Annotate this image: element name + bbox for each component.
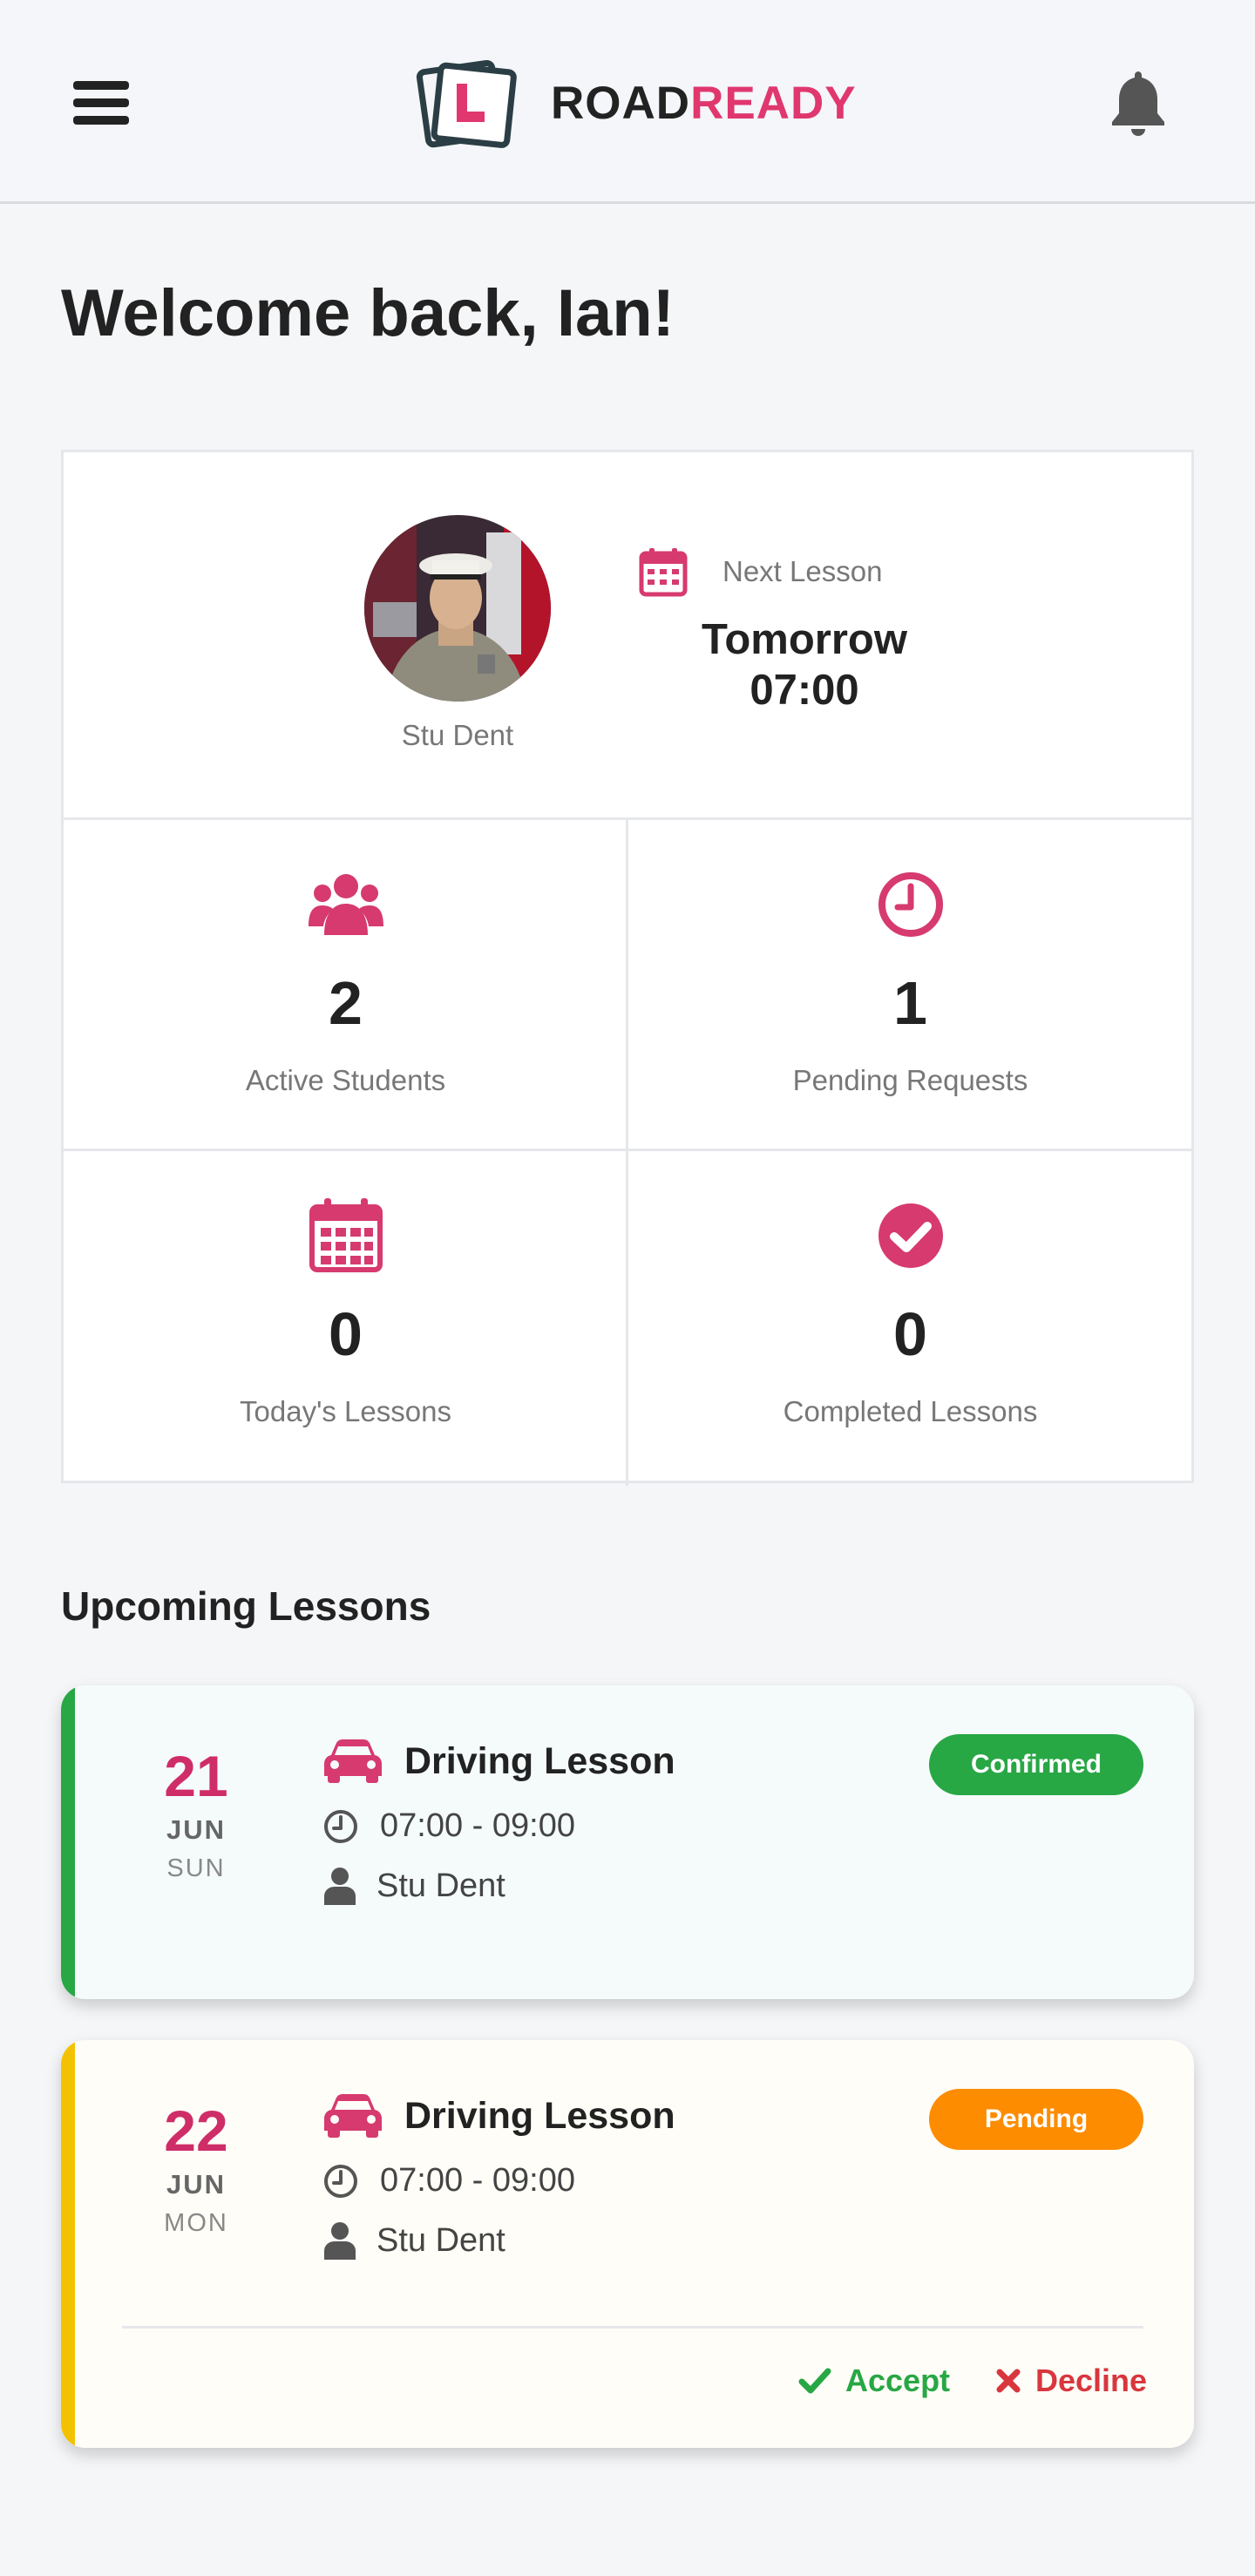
stat-todays-lessons[interactable]: 0 Today's Lessons (64, 1151, 628, 1483)
status-badge: Pending (929, 2089, 1143, 2150)
lesson-time-row: 07:00 - 09:00 (322, 1807, 575, 1845)
lesson-day: 21 (164, 1744, 228, 1808)
profile-row: Stu Dent Next Lesson Tomorrow 07:00 (64, 452, 1191, 820)
logo-icon (416, 59, 517, 148)
lesson-time-row: 07:00 - 09:00 (322, 2162, 575, 2200)
check-circle-icon (878, 1203, 943, 1268)
lesson-title-row: Driving Lesson (322, 2092, 675, 2139)
avatar-image (364, 515, 551, 702)
close-icon (996, 2369, 1021, 2393)
stat-label: Today's Lessons (240, 1395, 451, 1427)
app-header: ROADREADY (0, 0, 1255, 204)
divider (122, 2326, 1143, 2329)
lesson-student-row: Stu Dent (322, 2221, 505, 2260)
decline-label: Decline (1035, 2362, 1148, 2398)
calendar-icon (639, 548, 688, 597)
dashboard-summary-card: Stu Dent Next Lesson Tomorrow 07:00 2 Ac… (61, 450, 1194, 1486)
stat-value: 1 (893, 969, 927, 1037)
next-lesson-day: Tomorrow (702, 616, 907, 663)
stat-value: 0 (329, 1300, 363, 1368)
notifications-button[interactable] (1107, 68, 1170, 138)
lesson-time: 07:00 - 09:00 (380, 1807, 575, 1844)
lesson-time: 07:00 - 09:00 (380, 2162, 575, 2199)
stat-label: Active Students (245, 1064, 446, 1096)
upcoming-lessons-title: Upcoming Lessons (61, 1583, 431, 1629)
next-lesson-time: 07:00 (750, 667, 859, 714)
app-logo[interactable]: ROADREADY (415, 58, 857, 148)
car-icon (324, 2094, 382, 2138)
decline-button[interactable]: Decline (995, 2362, 1147, 2399)
lesson-card[interactable]: 21 JUN SUN Driving Lesson 07:00 - 09:00 … (61, 1685, 1194, 1999)
lesson-month: JUN (166, 1814, 226, 1845)
lesson-weekday: SUN (166, 1854, 226, 1882)
status-badge: Confirmed (929, 1734, 1143, 1795)
student-name: Stu Dent (401, 719, 514, 751)
lesson-title-row: Driving Lesson (322, 1738, 675, 1785)
accept-button[interactable]: Accept (798, 2362, 950, 2399)
divider (626, 820, 628, 1486)
lesson-card[interactable]: 22 JUN MON Driving Lesson 07:00 - 09:00 … (61, 2040, 1194, 2448)
stat-active-students[interactable]: 2 Active Students (64, 820, 628, 1152)
check-icon (798, 2368, 831, 2394)
car-icon (324, 1739, 382, 1783)
stat-label: Pending Requests (792, 1064, 1028, 1096)
next-lesson-datetime: Tomorrow 07:00 (630, 614, 979, 715)
lesson-day: 22 (164, 2098, 228, 2163)
lesson-title: Driving Lesson (404, 1739, 675, 1782)
lesson-student: Stu Dent (376, 1867, 505, 1904)
welcome-heading: Welcome back, Ian! (61, 276, 675, 350)
next-lesson-label: Next Lesson (722, 555, 883, 587)
clock-icon (878, 872, 943, 937)
clock-icon (324, 2164, 357, 2198)
user-icon (324, 1868, 356, 1905)
menu-button[interactable] (73, 81, 129, 125)
lesson-student: Stu Dent (376, 2221, 505, 2259)
divider (64, 1149, 1191, 1151)
lesson-month: JUN (166, 2169, 226, 2200)
logo-text-road: ROAD (551, 77, 691, 129)
stat-value: 2 (329, 969, 363, 1037)
user-icon (324, 2222, 356, 2260)
accept-label: Accept (845, 2362, 951, 2398)
logo-wordmark: ROADREADY (551, 77, 857, 130)
stat-pending-requests[interactable]: 1 Pending Requests (628, 820, 1192, 1152)
clock-icon (324, 1809, 357, 1843)
calendar-icon (309, 1198, 383, 1272)
next-lesson-header: Next Lesson (639, 546, 882, 597)
users-icon (309, 874, 383, 935)
avatar[interactable] (364, 515, 551, 702)
stat-value: 0 (893, 1300, 927, 1368)
lesson-title: Driving Lesson (404, 2094, 675, 2137)
stat-label: Completed Lessons (783, 1395, 1038, 1427)
stat-completed-lessons[interactable]: 0 Completed Lessons (628, 1151, 1192, 1483)
logo-text-ready: READY (690, 77, 857, 129)
lesson-student-row: Stu Dent (322, 1867, 505, 1905)
lesson-weekday: MON (164, 2209, 228, 2237)
bell-icon (1112, 71, 1164, 136)
